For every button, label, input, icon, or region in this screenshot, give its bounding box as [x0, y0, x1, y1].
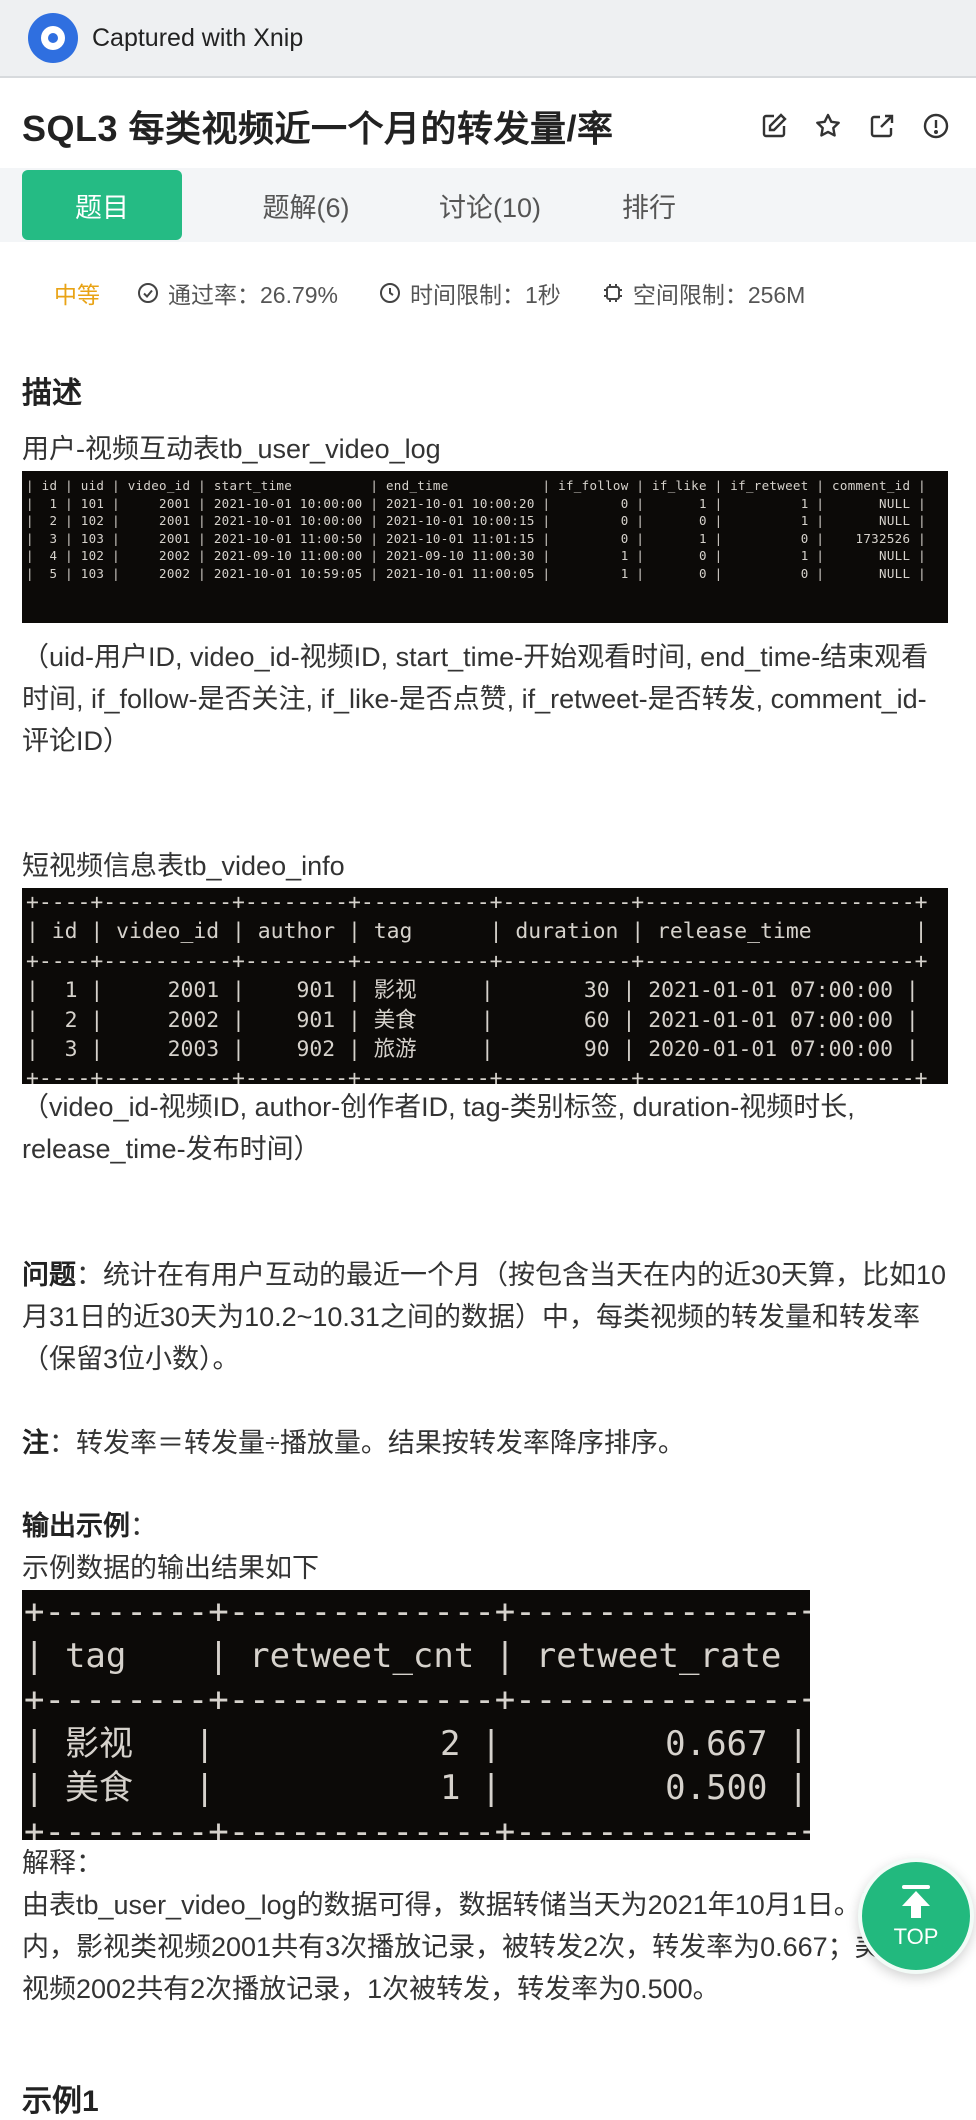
report-icon[interactable]	[920, 110, 952, 142]
tab-solutions[interactable]: 题解(6)	[226, 170, 386, 240]
pass-rate: 通过率：26.79%	[136, 276, 338, 310]
back-to-top-button[interactable]: TOP	[858, 1858, 974, 1974]
description-heading: 描述	[22, 377, 82, 410]
table2-image: +----+----------+--------+----------+---…	[22, 888, 948, 1084]
table3-image: +--------+-------------+--------------+ …	[22, 1590, 810, 1840]
explain-text: 由表tb_user_video_log的数据可得，数据转储当天为2021年10月…	[22, 1890, 945, 2004]
problem-header: SQL3 每类视频近一个月的转发量/率	[22, 96, 952, 156]
tab-problem[interactable]: 题目	[22, 170, 182, 240]
table3-text: +--------+-------------+--------------+ …	[24, 1592, 810, 1840]
arrow-up-icon	[902, 1885, 930, 1918]
check-circle-icon	[138, 283, 158, 303]
header-actions	[758, 110, 952, 142]
edit-icon[interactable]	[758, 110, 790, 142]
question-label: 问题	[22, 1260, 76, 1290]
question-text: ：统计在有用户互动的最近一个月（按包含当天在内的近30天算，比如10月31日的近…	[22, 1260, 947, 1374]
table2-caption: 短视频信息表tb_video_info	[22, 851, 345, 881]
output-label: 输出示例	[22, 1511, 130, 1541]
tab-bar: 题目 题解(6) 讨论(10) 排行	[0, 168, 976, 242]
star-icon[interactable]	[812, 110, 844, 142]
time-limit: 时间限制：1秒	[378, 276, 561, 310]
table2-note: （video_id-视频ID, author-创作者ID, tag-类别标签, …	[22, 1092, 855, 1164]
question-paragraph: 问题：统计在有用户互动的最近一个月（按包含当天在内的近30天算，比如10月31日…	[22, 1254, 952, 1380]
xnip-logo-icon	[28, 13, 78, 63]
space-limit: 空间限制：256M	[601, 276, 806, 310]
tab-ranking[interactable]: 排行	[594, 170, 704, 240]
capture-label: Captured with Xnip	[92, 23, 304, 52]
pass-rate-text: 通过率：26.79%	[168, 282, 339, 308]
problem-meta: 中等 通过率：26.79% 时间限制：1秒 空间限制：256M	[54, 276, 845, 310]
table1-caption: 用户-视频互动表tb_user_video_log	[22, 434, 441, 464]
chip-icon	[603, 284, 622, 302]
time-limit-text: 时间限制：1秒	[410, 282, 561, 308]
difficulty-badge: 中等	[54, 282, 100, 308]
output-colon: ：	[130, 1511, 157, 1541]
tab-discussion[interactable]: 讨论(10)	[410, 170, 570, 240]
note-paragraph: 注：转发率＝转发量÷播放量。结果按转发率降序排序。	[22, 1422, 952, 1464]
output-heading: 输出示例：	[22, 1505, 952, 1547]
problem-title: SQL3 每类视频近一个月的转发量/率	[22, 108, 614, 149]
space-limit-text: 空间限制：256M	[632, 282, 806, 308]
top-label: TOP	[893, 1924, 939, 1949]
explain-label: 解释：	[22, 1848, 103, 1878]
note-text: ：转发率＝转发量÷播放量。结果按转发率降序排序。	[49, 1428, 685, 1458]
capture-bar: Captured with Xnip	[0, 0, 976, 78]
example1-heading: 示例1	[22, 2085, 99, 2118]
note-label: 注	[22, 1428, 49, 1458]
share-icon[interactable]	[866, 110, 898, 142]
clock-icon	[380, 283, 401, 303]
output-description: 示例数据的输出结果如下	[22, 1553, 319, 1583]
table2-text: +----+----------+--------+----------+---…	[26, 890, 928, 1084]
table1-note: （uid-用户ID, video_id-视频ID, start_time-开始观…	[22, 642, 929, 756]
table1-image: | id | uid | video_id | start_time | end…	[22, 471, 948, 623]
table1-text: | id | uid | video_id | start_time | end…	[26, 478, 926, 581]
